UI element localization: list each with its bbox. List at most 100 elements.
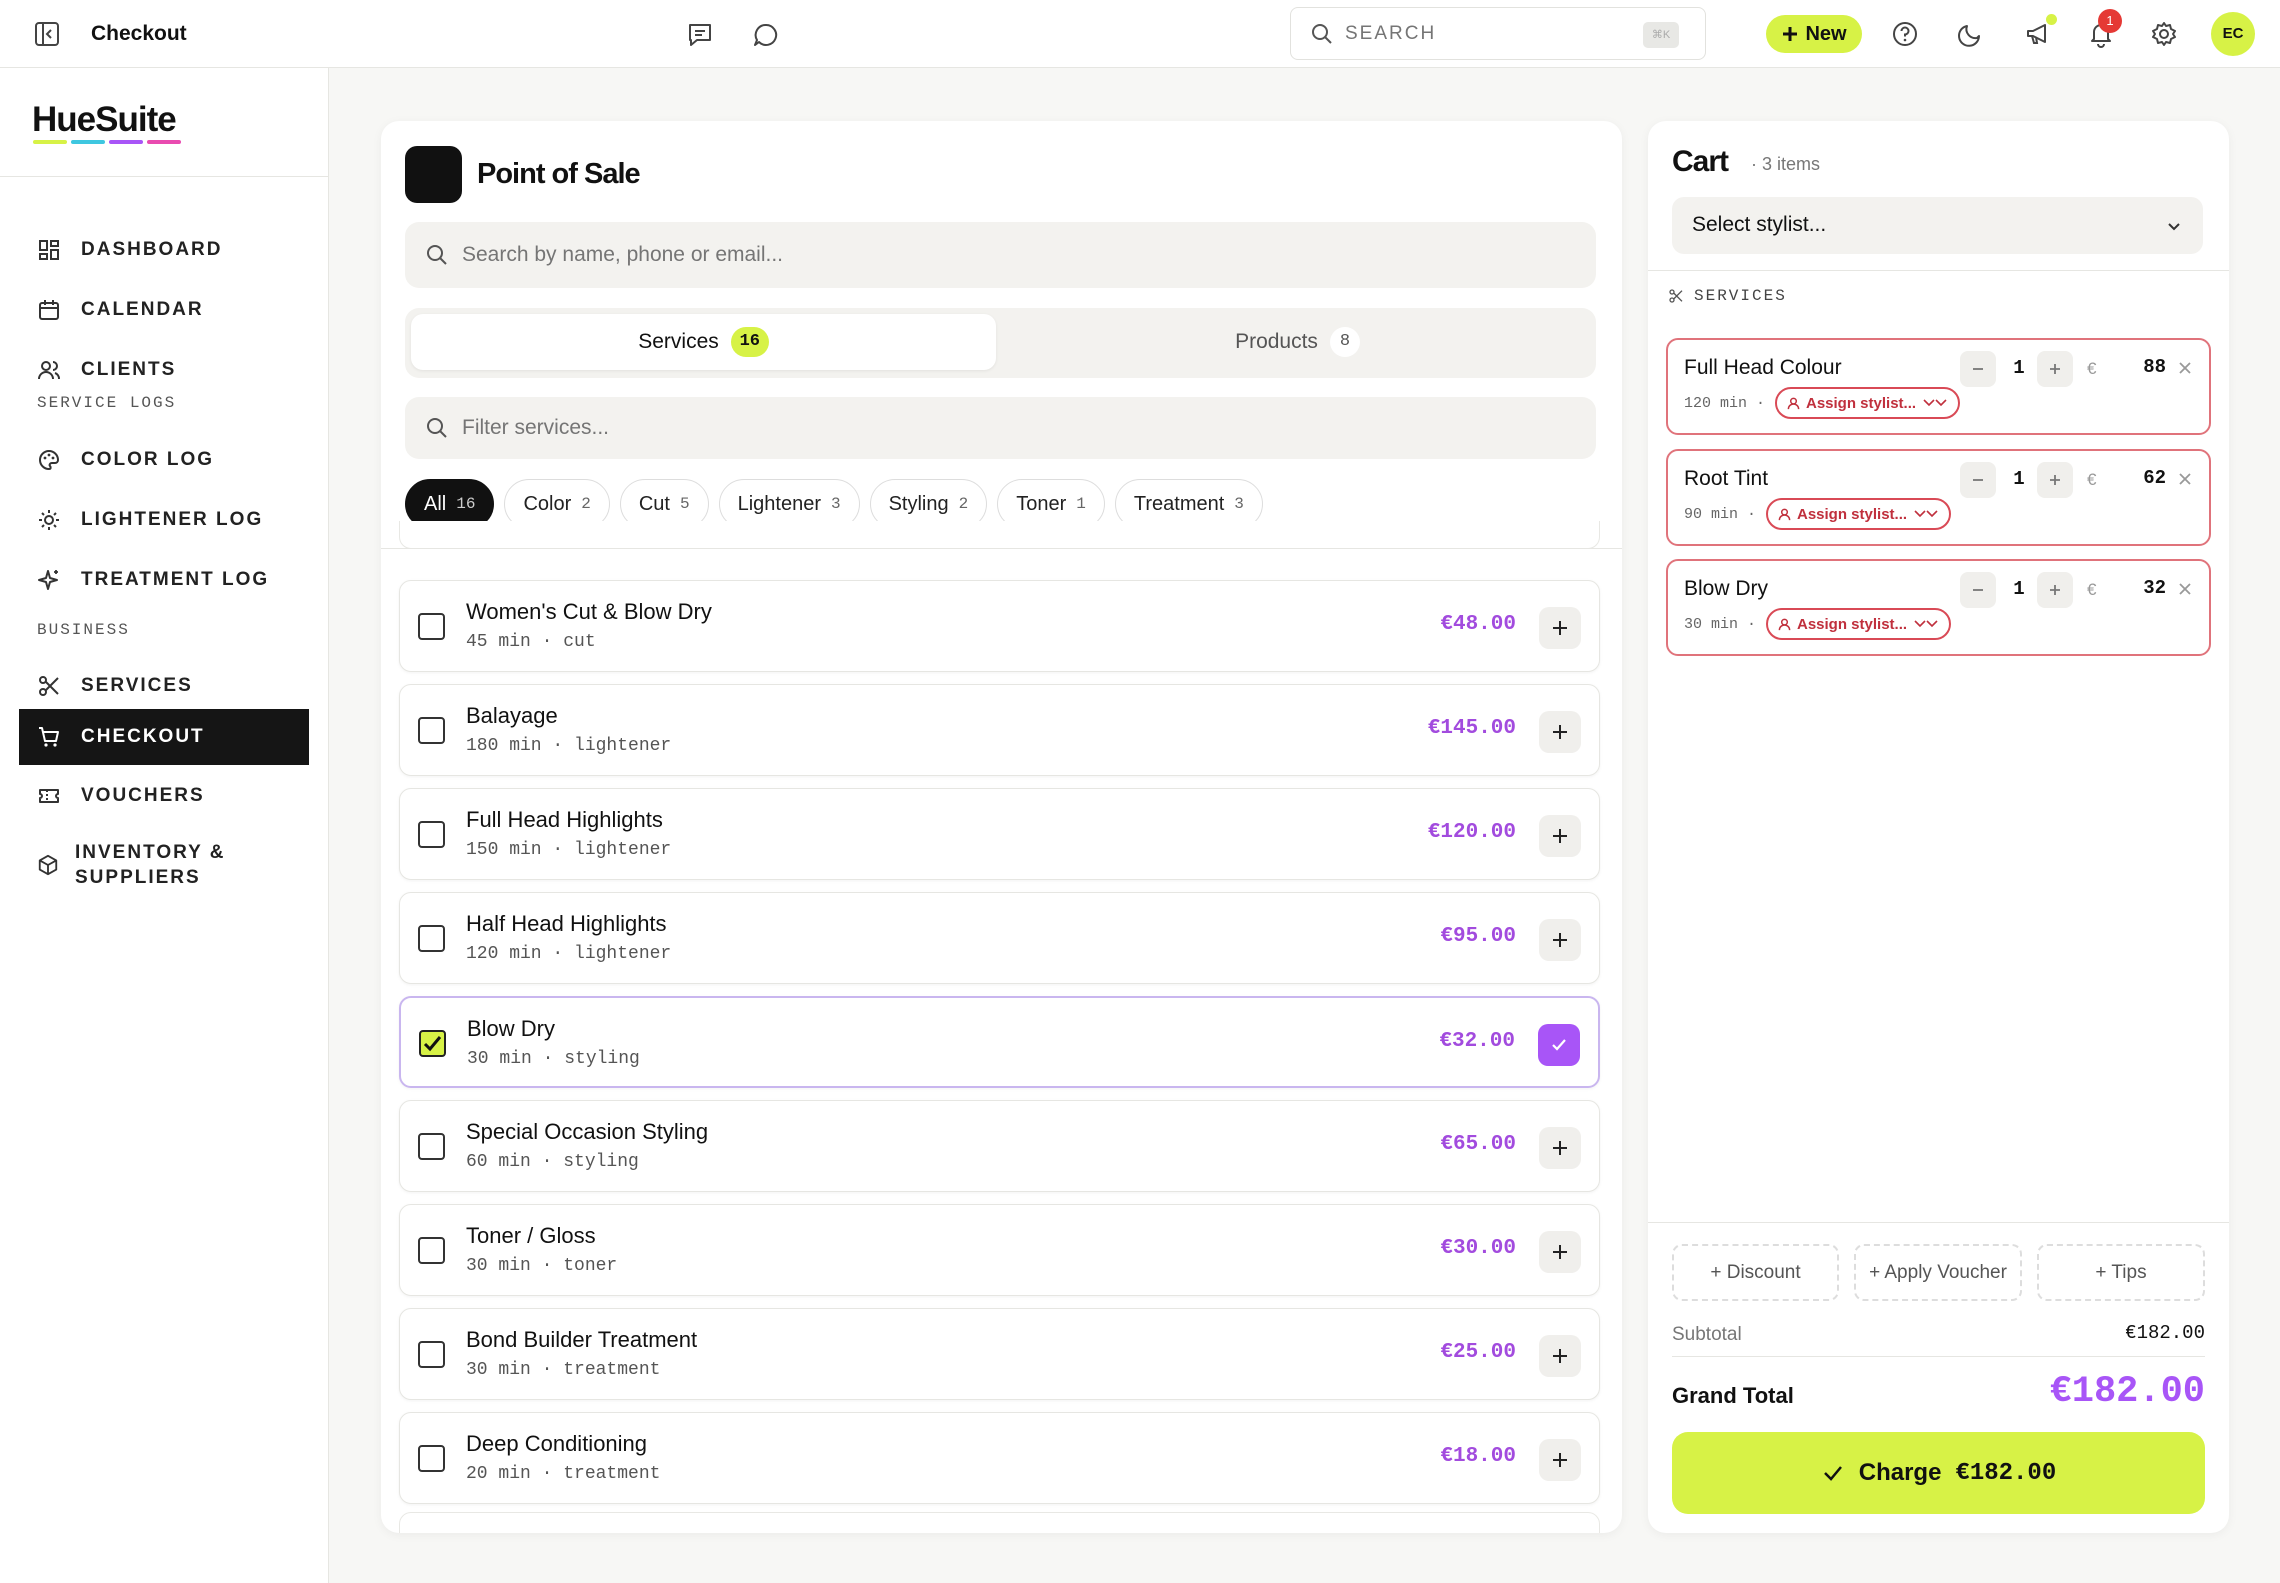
- sidebar-item-clients[interactable]: CLIENTS: [19, 342, 309, 398]
- apply-voucher-button[interactable]: + Apply Voucher: [1854, 1244, 2022, 1301]
- remove-item-button[interactable]: [2177, 360, 2193, 376]
- sidebar-item-vouchers[interactable]: VOUCHERS: [19, 768, 309, 824]
- cart-item-currency: €: [2087, 580, 2097, 599]
- stylist-select[interactable]: Select stylist...: [1672, 197, 2203, 254]
- service-name: Toner / Gloss: [466, 1223, 596, 1248]
- increase-qty-button[interactable]: [2037, 462, 2073, 498]
- moon-icon[interactable]: [1957, 20, 1985, 48]
- list-item[interactable]: Half Head Highlights 120 min · lightener €…: [399, 892, 1600, 984]
- check-icon: [423, 1036, 442, 1052]
- plus-icon: [1553, 829, 1567, 843]
- add-button[interactable]: [1539, 919, 1581, 961]
- new-button-label: New: [1805, 22, 1847, 45]
- discount-button[interactable]: + Discount: [1672, 1244, 1839, 1301]
- tab-products[interactable]: Products 8: [1005, 314, 1590, 370]
- add-button[interactable]: [1539, 607, 1581, 649]
- sidebar-toggle-icon[interactable]: [34, 21, 60, 47]
- service-checkbox[interactable]: [418, 1445, 445, 1472]
- decrease-qty-button[interactable]: [1960, 351, 1996, 387]
- service-name: Bond Builder Treatment: [466, 1327, 698, 1352]
- sidebar-item-label: LIGHTENER LOG: [81, 509, 264, 530]
- point-of-sale-panel: Point of Sale Services 16 Products 8 All…: [381, 121, 1622, 1533]
- service-meta: 60 min · styling: [466, 1152, 639, 1172]
- add-button[interactable]: [1539, 815, 1581, 857]
- add-button[interactable]: [1539, 1439, 1581, 1481]
- cart-footer-divider: [1648, 1222, 2229, 1223]
- gear-icon[interactable]: [2150, 20, 2178, 48]
- global-search[interactable]: ⌘K: [1290, 7, 1706, 60]
- service-checkbox[interactable]: [418, 1133, 445, 1160]
- add-button[interactable]: [1539, 1231, 1581, 1273]
- sidebar-item-dashboard[interactable]: DASHBOARD: [19, 222, 309, 278]
- cart-item-amount[interactable]: 88: [2118, 356, 2166, 378]
- service-filter[interactable]: [405, 397, 1596, 459]
- list-item[interactable]: Bond Builder Treatment 30 min · treatment…: [399, 1308, 1600, 1400]
- help-icon[interactable]: [1891, 20, 1919, 48]
- service-checkbox[interactable]: [418, 1341, 445, 1368]
- service-checkbox[interactable]: [418, 717, 445, 744]
- sidebar-item-checkout[interactable]: CHECKOUT: [19, 709, 309, 765]
- catalog-tabs: Services 16 Products 8: [405, 308, 1596, 378]
- tab-label: Services: [638, 330, 719, 353]
- chevron-down-icon: [1914, 620, 1938, 628]
- assign-stylist-button[interactable]: Assign stylist...: [1775, 387, 1961, 419]
- decrease-qty-button[interactable]: [1960, 572, 1996, 608]
- add-button[interactable]: [1539, 711, 1581, 753]
- assign-stylist-label: Assign stylist...: [1797, 505, 1908, 523]
- service-checkbox[interactable]: [419, 1030, 446, 1057]
- sidebar-item-color-log[interactable]: COLOR LOG: [19, 432, 309, 488]
- decrease-qty-button[interactable]: [1960, 462, 1996, 498]
- service-list: Women's Cut & Blow Dry 45 min · cut €48.00…: [399, 580, 1600, 1516]
- remove-item-button[interactable]: [2177, 471, 2193, 487]
- added-button[interactable]: [1538, 1024, 1580, 1066]
- service-checkbox[interactable]: [418, 1237, 445, 1264]
- remove-item-button[interactable]: [2177, 581, 2193, 597]
- sidebar-item-lightener-log[interactable]: LIGHTENER LOG: [19, 492, 309, 548]
- cart-item-amount[interactable]: 32: [2118, 577, 2166, 599]
- sidebar-item-calendar[interactable]: CALENDAR: [19, 282, 309, 338]
- service-checkbox[interactable]: [418, 613, 445, 640]
- service-checkbox[interactable]: [418, 821, 445, 848]
- sidebar-item-label-line2: SUPPLIERS: [75, 867, 201, 888]
- service-meta: 45 min · cut: [466, 632, 596, 652]
- chip-count: 2: [581, 495, 591, 513]
- avatar[interactable]: EC: [2211, 12, 2255, 56]
- assign-stylist-button[interactable]: Assign stylist...: [1766, 608, 1952, 640]
- list-item[interactable]: Toner / Gloss 30 min · toner €30.00: [399, 1204, 1600, 1296]
- sidebar-item-label: CLIENTS: [81, 359, 177, 380]
- list-item[interactable]: Balayage 180 min · lightener €145.00: [399, 684, 1600, 776]
- add-button[interactable]: [1539, 1127, 1581, 1169]
- service-filter-input[interactable]: [462, 414, 1362, 442]
- increase-qty-button[interactable]: [2037, 351, 2073, 387]
- scissors-icon: [1669, 289, 1683, 303]
- list-item[interactable]: Women's Cut & Blow Dry 45 min · cut €48.00: [399, 580, 1600, 672]
- new-button[interactable]: New: [1766, 15, 1862, 53]
- sidebar-item-treatment-log[interactable]: TREATMENT LOG: [19, 552, 309, 608]
- cart-title: Cart: [1672, 145, 1729, 178]
- logo-bar-pink: [147, 140, 181, 144]
- list-item[interactable]: Special Occasion Styling 60 min · styling…: [399, 1100, 1600, 1192]
- sidebar-item-inventory[interactable]: INVENTORY & SUPPLIERS: [19, 832, 309, 898]
- global-search-input[interactable]: [1345, 20, 1645, 48]
- client-search[interactable]: [405, 222, 1596, 288]
- chat-icon[interactable]: [752, 21, 780, 49]
- logo-bar-purple: [109, 140, 143, 144]
- cart-item-amount[interactable]: 62: [2118, 467, 2166, 489]
- notes-icon[interactable]: [686, 21, 714, 49]
- service-checkbox[interactable]: [418, 925, 445, 952]
- cart-section-services: SERVICES: [1668, 287, 1787, 305]
- charge-button[interactable]: Charge €182.00: [1672, 1432, 2205, 1514]
- chip-label: Cut: [638, 492, 670, 515]
- shortcut-hint: ⌘K: [1643, 22, 1679, 48]
- list-item[interactable]: Full Head Highlights 150 min · lightener €…: [399, 788, 1600, 880]
- tab-services[interactable]: Services 16: [411, 314, 996, 370]
- sidebar-item-services[interactable]: SERVICES: [19, 658, 309, 714]
- list-item[interactable]: Deep Conditioning 20 min · treatment €18.0…: [399, 1412, 1600, 1504]
- add-button[interactable]: [1539, 1335, 1581, 1377]
- tips-button[interactable]: + Tips: [2037, 1244, 2205, 1301]
- increase-qty-button[interactable]: [2037, 572, 2073, 608]
- client-search-input[interactable]: [462, 241, 1362, 269]
- service-price: €65.00: [1440, 1133, 1516, 1156]
- assign-stylist-button[interactable]: Assign stylist...: [1766, 498, 1952, 530]
- list-item[interactable]: Blow Dry 30 min · styling €32.00: [399, 996, 1600, 1088]
